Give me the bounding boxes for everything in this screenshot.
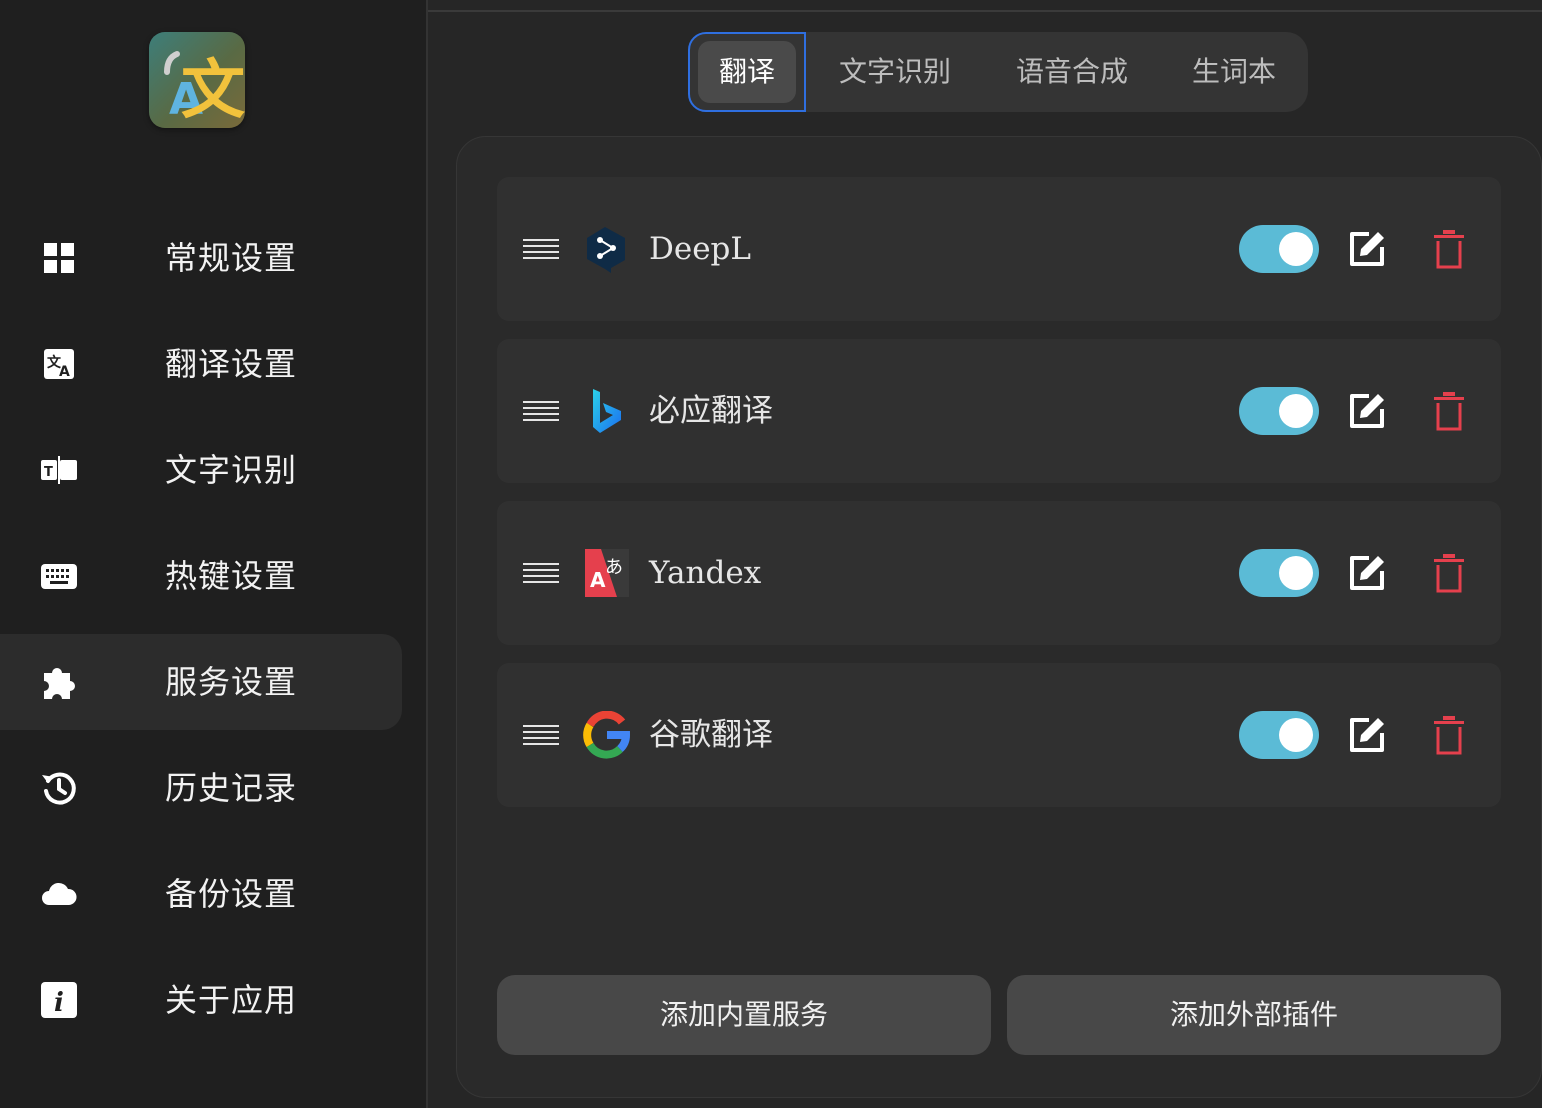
sidebar: A 文 常规设置 文 A 翻译设置 T 文字识别 热键设置 服务设置 历史记录 … — [0, 0, 428, 1108]
sidebar-item-label: 关于应用 — [165, 981, 298, 1019]
edit-icon[interactable] — [1347, 715, 1387, 755]
svg-text:i: i — [54, 988, 64, 1018]
sidebar-item-label: 文字识别 — [165, 451, 298, 489]
service-row-deepl: DeepL — [497, 177, 1501, 321]
sidebar-item-hotkey[interactable]: 热键设置 — [0, 528, 402, 624]
edit-icon[interactable] — [1347, 229, 1387, 269]
sidebar-item-label: 备份设置 — [165, 875, 298, 913]
svg-text:A: A — [590, 568, 606, 592]
edit-icon[interactable] — [1347, 553, 1387, 593]
enable-toggle[interactable] — [1239, 387, 1319, 435]
cloud-icon — [42, 882, 77, 905]
sidebar-item-label: 翻译设置 — [165, 345, 298, 383]
drag-handle-icon[interactable] — [523, 399, 559, 423]
sidebar-item-general[interactable]: 常规设置 — [0, 210, 402, 306]
svg-text:A: A — [59, 364, 70, 380]
toggle-knob — [1279, 232, 1313, 266]
sidebar-item-backup[interactable]: 备份设置 — [0, 846, 402, 942]
enable-toggle[interactable] — [1239, 711, 1319, 759]
delete-icon[interactable] — [1433, 715, 1465, 755]
tab-tts[interactable]: 语音合成 — [988, 32, 1156, 112]
service-row-yandex: A あ Yandex — [497, 501, 1501, 645]
sidebar-item-ocr[interactable]: T 文字识别 — [0, 422, 402, 518]
svg-text:あ: あ — [605, 557, 623, 578]
toggle-knob — [1279, 718, 1313, 752]
tab-vocabulary[interactable]: 生词本 — [1168, 32, 1300, 112]
bing-logo-icon — [593, 389, 621, 433]
service-name: DeepL — [649, 231, 751, 267]
google-logo-icon — [583, 711, 631, 759]
sidebar-item-service[interactable]: 服务设置 — [0, 634, 402, 730]
delete-icon[interactable] — [1433, 391, 1465, 431]
keyboard-icon — [41, 564, 77, 589]
edit-icon[interactable] — [1347, 391, 1387, 431]
deepl-logo-icon — [587, 227, 625, 273]
info-icon: i — [41, 982, 77, 1018]
sidebar-item-label: 历史记录 — [165, 769, 298, 807]
enable-toggle[interactable] — [1239, 225, 1319, 273]
add-builtin-service-button[interactable]: 添加内置服务 — [497, 975, 991, 1055]
drag-handle-icon[interactable] — [523, 723, 559, 747]
svg-text:T: T — [44, 465, 53, 480]
delete-icon[interactable] — [1433, 553, 1465, 593]
puzzle-icon — [44, 668, 76, 699]
sidebar-item-about[interactable]: i 关于应用 — [0, 952, 402, 1048]
toggle-knob — [1279, 556, 1313, 590]
grid-icon — [44, 243, 74, 273]
sidebar-item-label: 常规设置 — [165, 239, 298, 277]
app-logo-icon: A 文 — [149, 32, 245, 128]
tab-translate[interactable]: 翻译 — [688, 32, 806, 112]
delete-icon[interactable] — [1433, 229, 1465, 269]
text-recognition-icon: T — [41, 456, 77, 484]
sidebar-item-translate[interactable]: 文 A 翻译设置 — [0, 316, 402, 412]
svg-text:文: 文 — [181, 54, 245, 128]
tab-ocr[interactable]: 文字识别 — [818, 32, 972, 112]
service-row-bing: 必应翻译 — [497, 339, 1501, 483]
drag-handle-icon[interactable] — [523, 237, 559, 261]
yandex-logo-icon: A あ — [585, 549, 629, 597]
service-list-panel: DeepL 必应翻译 A あ Yandex 谷歌翻译 添加内置服务 添加外部插件 — [456, 136, 1542, 1098]
service-name: Yandex — [649, 555, 762, 591]
service-row-google: 谷歌翻译 — [497, 663, 1501, 807]
drag-handle-icon[interactable] — [523, 561, 559, 585]
add-external-plugin-button[interactable]: 添加外部插件 — [1007, 975, 1501, 1055]
sidebar-item-label: 服务设置 — [165, 663, 298, 701]
service-name: 谷歌翻译 — [649, 717, 773, 753]
sidebar-item-label: 热键设置 — [165, 557, 298, 595]
toggle-knob — [1279, 394, 1313, 428]
enable-toggle[interactable] — [1239, 549, 1319, 597]
top-divider — [428, 10, 1542, 12]
translate-icon: 文 A — [44, 349, 74, 380]
sidebar-item-history[interactable]: 历史记录 — [0, 740, 402, 836]
service-tabs: 翻译 文字识别 语音合成 生词本 — [688, 32, 1308, 112]
history-icon — [42, 772, 76, 805]
service-name: 必应翻译 — [649, 393, 773, 429]
